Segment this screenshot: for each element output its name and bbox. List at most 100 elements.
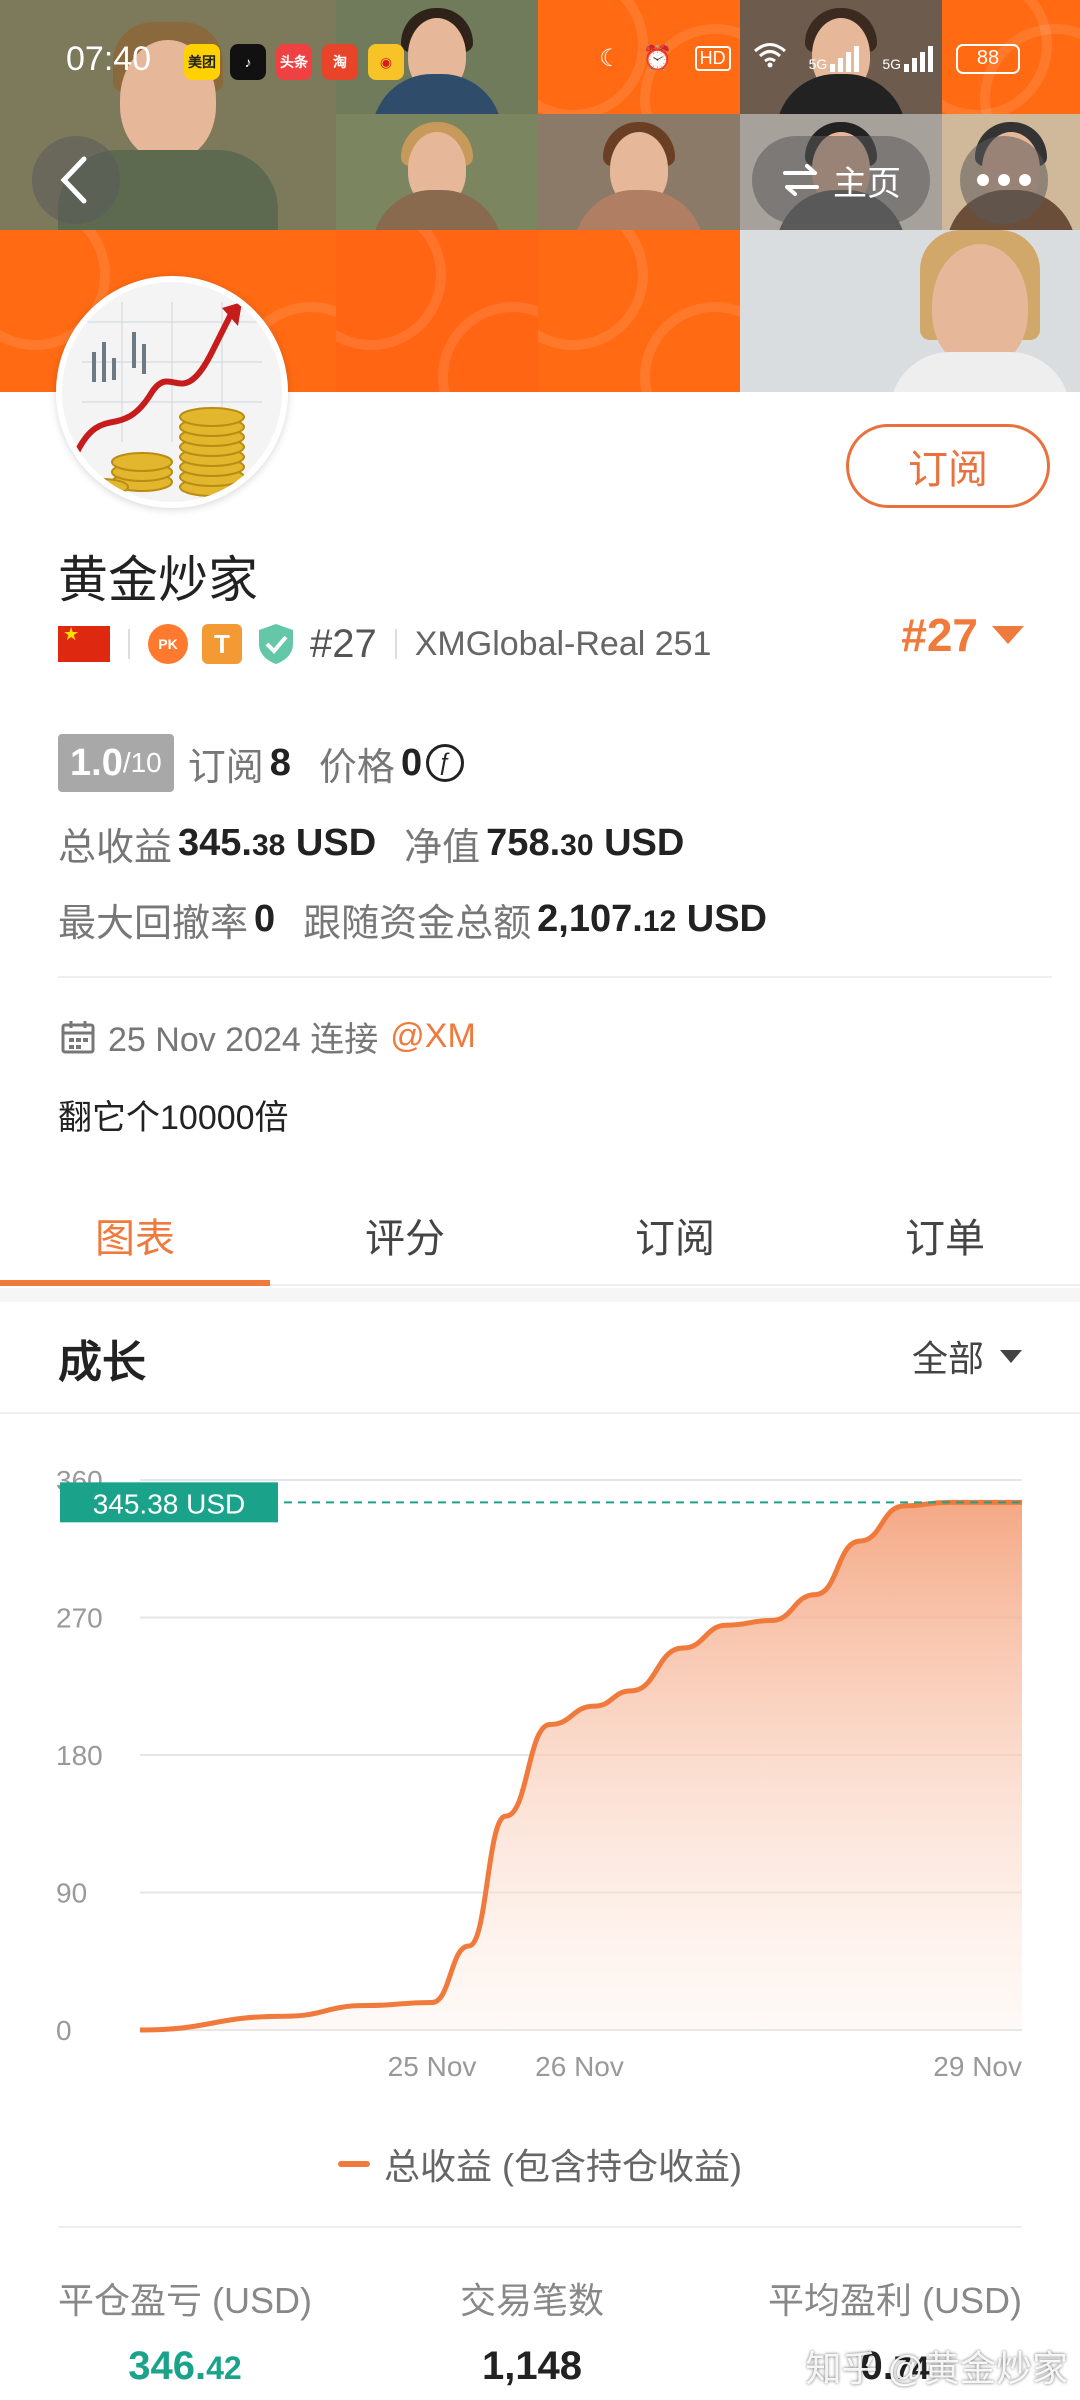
current-value-label: 345.38 USD [93,1488,246,1519]
growth-chart[interactable]: 090180270360345.38 USD25 Nov 26 Nov 29 Nov [0,1440,1080,2200]
range-filter[interactable]: 全部 [912,1330,1022,1382]
data-point [1022,1502,1023,1503]
y-tick-label: 90 [56,1878,87,1909]
banner-pattern [336,230,538,392]
joined-date: 25 Nov 2024 连接 [108,1021,379,1059]
chevron-left-icon [60,156,87,204]
rank-label: #27 [310,621,377,666]
rank-value: #27 [901,609,978,661]
pk-fire-icon[interactable]: PK [148,624,188,664]
rank-dropdown[interactable]: #27 [901,608,1024,662]
coin-icon: ƒ [426,744,465,782]
data-point [682,1648,683,1649]
alarm-icon: ⏰ [642,45,673,72]
back-button[interactable] [32,136,120,224]
banner-photo [740,230,1080,392]
data-point [505,1816,506,1817]
caret-down-icon [1000,1349,1022,1363]
status-bar: 07:40 美团 ♪ 头条淘 ◉ ☾ ⏰ HD 5G 5G 88 [0,36,1080,88]
x-tick-label: 25 Nov [388,2051,477,2082]
banner-pattern [538,230,740,392]
divider [0,1412,1080,1414]
tab-chart[interactable]: 图表 [0,1186,270,1286]
data-point [468,1945,469,1946]
closed-pnl-label: 平仓盈亏 (USD) [58,2280,312,2321]
follow-funds-label: 跟随资金总额 [303,903,532,945]
total-profit-value: 345.38 USD [178,822,377,864]
data-point [859,1541,860,1542]
subscribers-count: 8 [269,741,291,784]
tab-rating[interactable]: 评分 [270,1186,540,1284]
home-button[interactable]: 主页 [752,136,930,224]
verified-shield-icon[interactable] [256,622,296,666]
data-point [771,1620,772,1621]
trade-count-value: 1,148 [481,2344,583,2388]
tiktok-icon: ♪ [230,44,266,80]
banner-photo [538,114,740,230]
status-time: 07:40 [66,40,152,78]
max-drawdown-value: 0 [254,898,276,940]
range-filter-label: 全部 [911,1338,984,1379]
data-point [550,1724,551,1725]
tab-orders[interactable]: 订单 [810,1186,1080,1284]
data-point [815,1594,816,1595]
subscribe-button[interactable]: 订阅 [846,424,1050,508]
status-indicators: ☾ ⏰ HD 5G 5G 88 [599,42,1020,75]
y-tick-label: 0 [56,2015,72,2046]
total-profit-label: 总收益 [58,827,173,869]
follow-funds-value: 2,107.12 USD [537,898,767,940]
x-tick-label: 26 Nov [535,2051,624,2082]
more-button[interactable] [960,136,1048,224]
calendar-icon [61,1020,95,1053]
data-point [365,2005,366,2006]
wifi-icon [753,42,787,75]
trade-count-metric: 交易笔数 1,148 [460,2272,604,2389]
more-icon [977,174,1031,186]
y-tick-label: 270 [56,1603,103,1634]
battery-icon: 88 [956,43,1020,74]
avatar[interactable] [56,276,288,508]
profile-name: 黄金炒家 [58,552,258,608]
broker-link[interactable]: @XM [390,1017,476,1056]
t-badge-icon[interactable]: T [202,624,242,664]
banner-photo [336,114,538,230]
notification-icons: 美团 ♪ 头条淘 ◉ [184,44,404,80]
tab-bar: 图表 评分 订阅 订单 [0,1186,1080,1286]
swap-icon [783,164,819,196]
closed-pnl-value: 346.42 [128,2344,242,2388]
data-point [594,1706,595,1707]
china-flag-icon [58,624,110,662]
score-badge: 1.0/10 [58,734,174,792]
stats-row-3: 最大回撤率 0 跟随资金总额 2,107.12 USD [58,892,767,947]
tab-subscriptions[interactable]: 订阅 [540,1186,810,1284]
price-value: 0 [400,741,423,784]
equity-value: 758.30 USD [486,822,685,864]
moon-icon: ☾ [599,45,621,72]
data-point [284,2016,285,2017]
trade-count-label: 交易笔数 [460,2280,605,2321]
hd-icon: HD [694,46,731,71]
broker-account: XMGlobal-Real 251 [414,624,712,663]
taobao-icon: 淘 [322,44,358,80]
weibo-icon: ◉ [368,44,404,80]
meituan-icon: 美团 [184,44,220,80]
subscribers-label: 订阅 [187,746,264,789]
joined-info: 25 Nov 2024 连接 @XM [60,1012,476,1061]
divider [394,629,397,659]
legend-swatch [338,2161,370,2167]
toutiao-icon: 头条 [276,44,312,80]
divider [58,976,1052,978]
data-point [727,1625,728,1626]
signal-icon-1: 5G [809,45,861,72]
legend-label: 总收益 (包含持仓收益) [384,2146,742,2187]
series-area [140,1502,1022,2030]
watermark: 知乎 @黄金炒家 [805,2348,1068,2389]
profile-bio: 翻它个10000倍 [58,1099,289,1137]
max-drawdown-label: 最大回撤率 [58,903,249,945]
data-point [432,2002,433,2003]
section-spacer [0,1288,1080,1302]
divider [58,2226,1022,2228]
data-point [904,1505,905,1506]
price-label: 价格 [318,746,395,789]
x-tick-label: 29 Nov [933,2051,1022,2082]
